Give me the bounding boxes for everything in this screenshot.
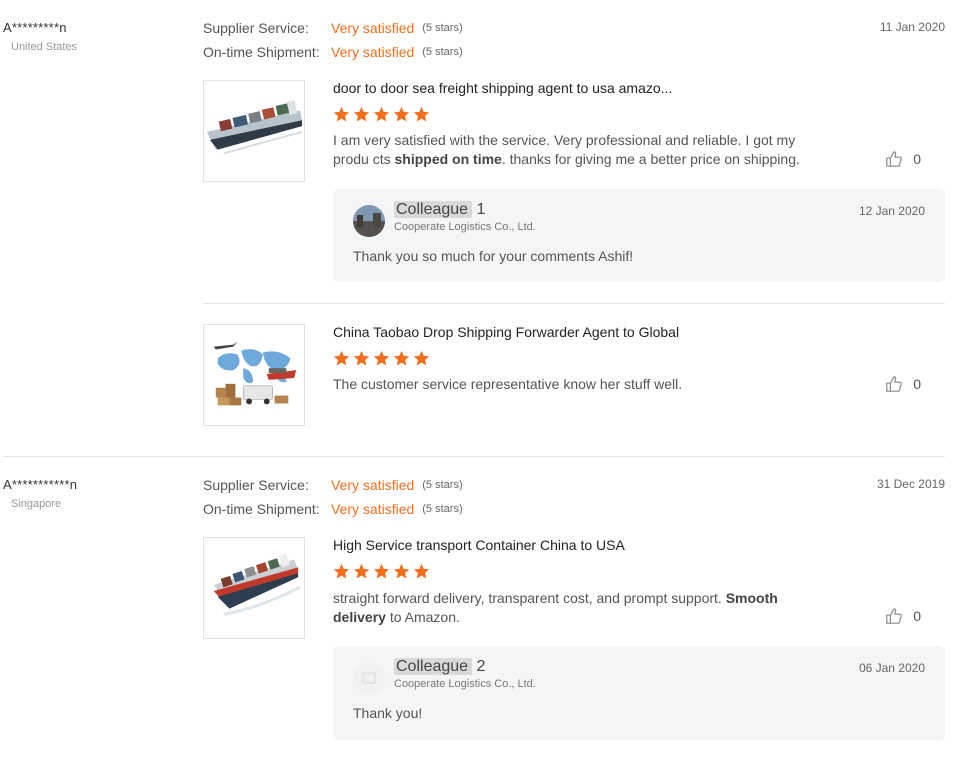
star-icon <box>413 350 430 366</box>
reviewer-name: A***********n <box>3 477 78 492</box>
star-icon <box>393 563 410 579</box>
reply-company: Cooperate Logistics Co., Ltd. <box>394 221 536 233</box>
star-icon <box>413 106 430 122</box>
product-title[interactable]: door to door sea freight shipping agent … <box>333 80 672 96</box>
star-icon <box>373 106 390 122</box>
shipment-stars: (5 stars) <box>422 503 463 515</box>
supplier-service-value: Very satisfied <box>331 477 415 493</box>
supplier-service-stars: (5 stars) <box>422 479 463 491</box>
comment-text: . thanks for giving me a better price on… <box>501 151 800 167</box>
star-icon <box>393 106 410 122</box>
like-button[interactable]: 0 <box>885 150 921 168</box>
like-count: 0 <box>913 608 921 624</box>
reviewer-country: United States <box>11 41 78 53</box>
supplier-service-rating: Supplier Service: Very satisfied (5 star… <box>203 477 463 493</box>
reply-text: Thank you! <box>353 705 423 721</box>
star-icon <box>353 563 370 579</box>
supplier-reply: Colleague 1 Cooperate Logistics Co., Ltd… <box>333 189 945 282</box>
world-logistics-image <box>204 325 304 425</box>
thumbs-up-icon <box>886 151 902 167</box>
avatar <box>353 205 385 237</box>
product-title[interactable]: High Service transport Container China t… <box>333 537 625 553</box>
reviewed-product: door to door sea freight shipping agent … <box>203 80 945 283</box>
supplier-service-value: Very satisfied <box>331 20 415 36</box>
shipment-label: On-time Shipment: <box>203 44 320 60</box>
product-thumbnail[interactable] <box>203 324 305 426</box>
star-icon <box>333 563 350 579</box>
like-count: 0 <box>913 376 921 392</box>
reviewer-country: Singapore <box>11 498 62 510</box>
reviewer-name: A*********n <box>3 20 67 35</box>
product-divider <box>203 303 945 304</box>
product-rating-stars <box>333 350 430 367</box>
supplier-service-label: Supplier Service: <box>203 477 309 493</box>
supplier-service-rating: Supplier Service: Very satisfied (5 star… <box>203 20 463 36</box>
review-date: 11 Jan 2020 <box>879 20 945 34</box>
reply-company: Cooperate Logistics Co., Ltd. <box>394 678 536 690</box>
reviewed-product: China Taobao Drop Shipping Forwarder Age… <box>203 324 945 426</box>
like-button[interactable]: 0 <box>885 375 921 393</box>
reply-date: 12 Jan 2020 <box>858 204 925 218</box>
product-rating-stars <box>333 106 430 123</box>
thumbs-up-icon <box>886 608 902 624</box>
cargo-ship-image <box>204 81 304 181</box>
review-card: A***********n Singapore Supplier Service… <box>0 457 962 760</box>
reply-author-first: Colleague <box>394 658 473 675</box>
container-ship-image <box>204 538 304 638</box>
star-icon <box>413 563 430 579</box>
review-comment: The customer service representative know… <box>333 376 683 392</box>
shipment-rating: On-time Shipment: Very satisfied (5 star… <box>203 44 463 60</box>
star-icon <box>393 350 410 366</box>
supplier-service-label: Supplier Service: <box>203 20 309 36</box>
comment-text: to Amazon. <box>385 609 460 625</box>
review-card: A*********n United States Supplier Servi… <box>0 0 962 456</box>
review-comment: I am very satisfied with the service. Ve… <box>333 131 828 169</box>
product-title[interactable]: China Taobao Drop Shipping Forwarder Age… <box>333 324 679 340</box>
reply-author-first: Colleague <box>394 201 473 218</box>
star-icon <box>333 106 350 122</box>
supplier-reply: Colleague 2 Cooperate Logistics Co., Ltd… <box>333 646 945 740</box>
shipment-value: Very satisfied <box>331 44 415 60</box>
supplier-service-stars: (5 stars) <box>422 22 463 34</box>
like-count: 0 <box>913 151 921 167</box>
reply-author-suffix: 2 <box>472 658 486 675</box>
star-icon <box>353 106 370 122</box>
star-icon <box>373 350 390 366</box>
reply-date: 06 Jan 2020 <box>858 661 925 675</box>
review-comment: straight forward delivery, transparent c… <box>333 589 828 627</box>
avatar <box>353 662 385 694</box>
reply-text: Thank you so much for your comments Ashi… <box>353 248 634 264</box>
comment-highlight: shipped on time <box>394 151 502 167</box>
reply-author-name: Colleague 2 <box>394 658 485 676</box>
star-icon <box>353 350 370 366</box>
shipment-rating: On-time Shipment: Very satisfied (5 star… <box>203 501 463 517</box>
review-date: 31 Dec 2019 <box>876 477 945 491</box>
thumbs-up-icon <box>886 376 902 392</box>
shipment-label: On-time Shipment: <box>203 501 320 517</box>
like-button[interactable]: 0 <box>885 607 921 625</box>
product-rating-stars <box>333 563 430 580</box>
product-thumbnail[interactable] <box>203 80 305 182</box>
star-icon <box>333 350 350 366</box>
star-icon <box>373 563 390 579</box>
shipment-value: Very satisfied <box>331 501 415 517</box>
reply-author-name: Colleague 1 <box>394 201 485 219</box>
product-thumbnail[interactable] <box>203 537 305 639</box>
shipment-stars: (5 stars) <box>422 46 463 58</box>
comment-text: straight forward delivery, transparent c… <box>333 590 726 606</box>
reply-author-suffix: 1 <box>472 201 486 218</box>
reviewed-product: High Service transport Container China t… <box>203 537 945 741</box>
